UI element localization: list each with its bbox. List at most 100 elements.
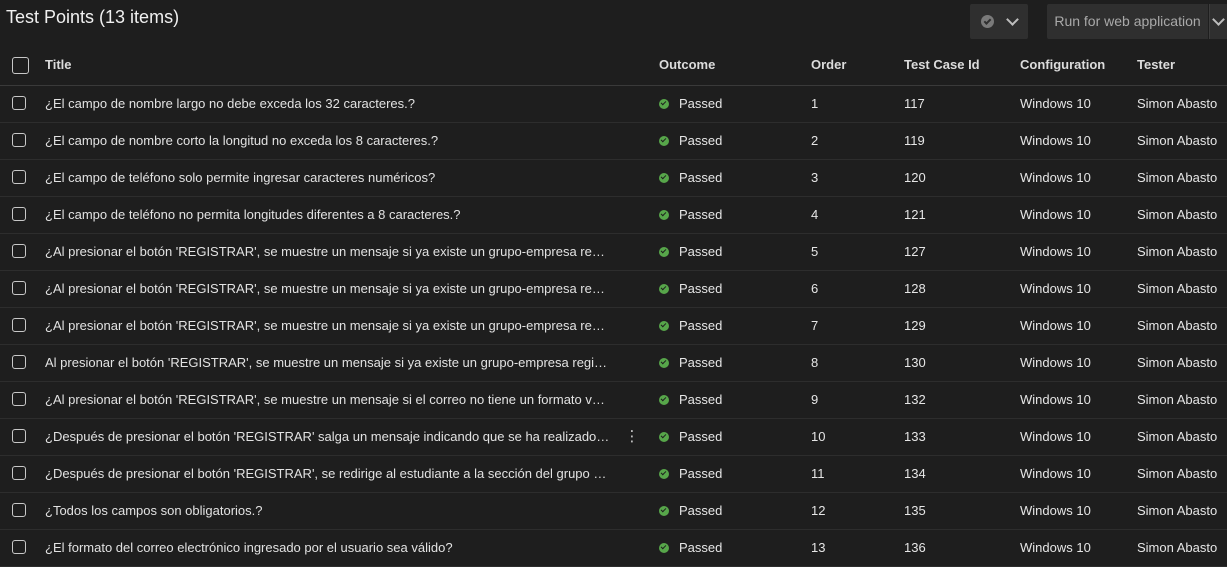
test-points-table: Title Outcome Order Test Case Id Configu… — [0, 45, 1227, 567]
outcome-label: Passed — [679, 318, 723, 333]
table-body: ¿El campo de nombre largo no debe exceda… — [0, 86, 1227, 567]
row-checkbox[interactable] — [12, 207, 26, 221]
more-actions-icon[interactable]: ⋮ — [624, 419, 640, 455]
tester-cell: Simon Abasto — [1137, 540, 1218, 555]
test-point-title[interactable]: ¿Al presionar el botón 'REGISTRAR', se m… — [45, 308, 610, 344]
table-row[interactable]: ¿El campo de teléfono solo permite ingre… — [0, 160, 1227, 197]
passed-check-icon — [659, 210, 669, 220]
row-checkbox[interactable] — [12, 503, 26, 517]
order-cell: 11 — [811, 466, 825, 481]
test-point-title[interactable]: ¿Al presionar el botón 'REGISTRAR', se m… — [45, 382, 610, 418]
test-case-id-cell: 134 — [904, 466, 926, 481]
outcome-filter-dropdown[interactable] — [970, 4, 1028, 39]
order-cell: 3 — [811, 170, 819, 185]
test-point-title[interactable]: ¿Al presionar el botón 'REGISTRAR', se m… — [45, 271, 610, 307]
table-row[interactable]: ¿El formato del correo electrónico ingre… — [0, 530, 1227, 567]
row-checkbox[interactable] — [12, 540, 26, 554]
order-cell: 7 — [811, 318, 819, 333]
test-point-title[interactable]: ¿Todos los campos son obligatorios.? — [45, 493, 610, 529]
test-point-title[interactable]: ¿Al presionar el botón 'REGISTRAR', se m… — [45, 234, 610, 270]
outcome-cell: Passed — [659, 382, 769, 418]
more-actions-icon[interactable] — [624, 234, 640, 270]
more-actions-icon[interactable] — [624, 271, 640, 307]
test-point-title[interactable]: ¿El campo de teléfono solo permite ingre… — [45, 160, 610, 196]
test-case-id-cell: 129 — [904, 318, 926, 333]
order-cell: 6 — [811, 281, 819, 296]
passed-check-icon — [659, 284, 669, 294]
configuration-cell: Windows 10 — [1020, 244, 1091, 259]
passed-check-icon — [659, 99, 669, 109]
column-header-configuration[interactable]: Configuration — [1020, 45, 1125, 85]
more-actions-icon[interactable] — [624, 493, 640, 529]
configuration-cell: Windows 10 — [1020, 466, 1091, 481]
test-point-title[interactable]: ¿El formato del correo electrónico ingre… — [45, 530, 610, 566]
row-checkbox[interactable] — [12, 96, 26, 110]
test-point-title[interactable]: ¿El campo de nombre largo no debe exceda… — [45, 86, 610, 122]
test-case-id-cell: 119 — [904, 133, 925, 148]
outcome-cell: Passed — [659, 160, 769, 196]
test-point-title[interactable]: ¿Después de presionar el botón 'REGISTRA… — [45, 456, 610, 492]
row-checkbox[interactable] — [12, 170, 26, 184]
outcome-cell: Passed — [659, 197, 769, 233]
configuration-cell: Windows 10 — [1020, 392, 1091, 407]
table-row[interactable]: ¿Al presionar el botón 'REGISTRAR', se m… — [0, 234, 1227, 271]
table-row[interactable]: Al presionar el botón 'REGISTRAR', se mu… — [0, 345, 1227, 382]
table-row[interactable]: ¿Después de presionar el botón 'REGISTRA… — [0, 456, 1227, 493]
table-row[interactable]: ¿Al presionar el botón 'REGISTRAR', se m… — [0, 271, 1227, 308]
outcome-cell: Passed — [659, 86, 769, 122]
table-row[interactable]: ¿Al presionar el botón 'REGISTRAR', se m… — [0, 308, 1227, 345]
tester-cell: Simon Abasto — [1137, 96, 1218, 111]
passed-check-icon — [659, 358, 669, 368]
order-cell: 2 — [811, 133, 819, 148]
row-checkbox[interactable] — [12, 318, 26, 332]
column-header-tester[interactable]: Tester — [1137, 45, 1227, 85]
outcome-label: Passed — [679, 96, 723, 111]
table-row[interactable]: ¿El campo de nombre corto la longitud no… — [0, 123, 1227, 160]
run-for-web-application-button[interactable]: Run for web application — [1047, 4, 1208, 39]
test-point-title[interactable]: ¿El campo de teléfono no permita longitu… — [45, 197, 610, 233]
select-all-checkbox[interactable] — [12, 57, 29, 74]
outcome-cell: Passed — [659, 419, 769, 455]
row-checkbox[interactable] — [12, 355, 26, 369]
row-checkbox[interactable] — [12, 392, 26, 406]
outcome-label: Passed — [679, 281, 723, 296]
more-actions-icon[interactable] — [624, 530, 640, 566]
column-header-test-case-id[interactable]: Test Case Id — [904, 45, 994, 85]
table-row[interactable]: ¿Al presionar el botón 'REGISTRAR', se m… — [0, 382, 1227, 419]
table-row[interactable]: ¿Después de presionar el botón 'REGISTRA… — [0, 419, 1227, 456]
outcome-cell: Passed — [659, 234, 769, 270]
table-row[interactable]: ¿El campo de nombre largo no debe exceda… — [0, 86, 1227, 123]
run-options-dropdown[interactable] — [1209, 4, 1227, 39]
column-header-title[interactable]: Title — [45, 45, 610, 85]
row-checkbox[interactable] — [12, 429, 26, 443]
table-row[interactable]: ¿Todos los campos son obligatorios.? Pas… — [0, 493, 1227, 530]
passed-check-icon — [659, 506, 669, 516]
configuration-cell: Windows 10 — [1020, 355, 1091, 370]
more-actions-icon[interactable] — [624, 160, 640, 196]
outcome-cell: Passed — [659, 345, 769, 381]
more-actions-icon[interactable] — [624, 382, 640, 418]
more-actions-icon[interactable] — [624, 308, 640, 344]
passed-check-icon — [659, 173, 669, 183]
row-checkbox[interactable] — [12, 133, 26, 147]
row-checkbox[interactable] — [12, 466, 26, 480]
row-checkbox[interactable] — [12, 281, 26, 295]
test-point-title[interactable]: ¿El campo de nombre corto la longitud no… — [45, 123, 610, 159]
tester-cell: Simon Abasto — [1137, 281, 1218, 296]
test-point-title[interactable]: ¿Después de presionar el botón 'REGISTRA… — [45, 419, 610, 455]
order-cell: 10 — [811, 429, 826, 444]
passed-check-icon — [659, 469, 669, 479]
test-point-title[interactable]: Al presionar el botón 'REGISTRAR', se mu… — [45, 345, 610, 381]
table-row[interactable]: ¿El campo de teléfono no permita longitu… — [0, 197, 1227, 234]
more-actions-icon[interactable] — [624, 456, 640, 492]
outcome-cell: Passed — [659, 123, 769, 159]
column-header-order[interactable]: Order — [811, 45, 871, 85]
more-actions-icon[interactable] — [624, 86, 640, 122]
outcome-label: Passed — [679, 133, 723, 148]
more-actions-icon[interactable] — [624, 197, 640, 233]
more-actions-icon[interactable] — [624, 345, 640, 381]
column-header-outcome[interactable]: Outcome — [659, 45, 769, 85]
row-checkbox[interactable] — [12, 244, 26, 258]
order-cell: 5 — [811, 244, 819, 259]
more-actions-icon[interactable] — [624, 123, 640, 159]
